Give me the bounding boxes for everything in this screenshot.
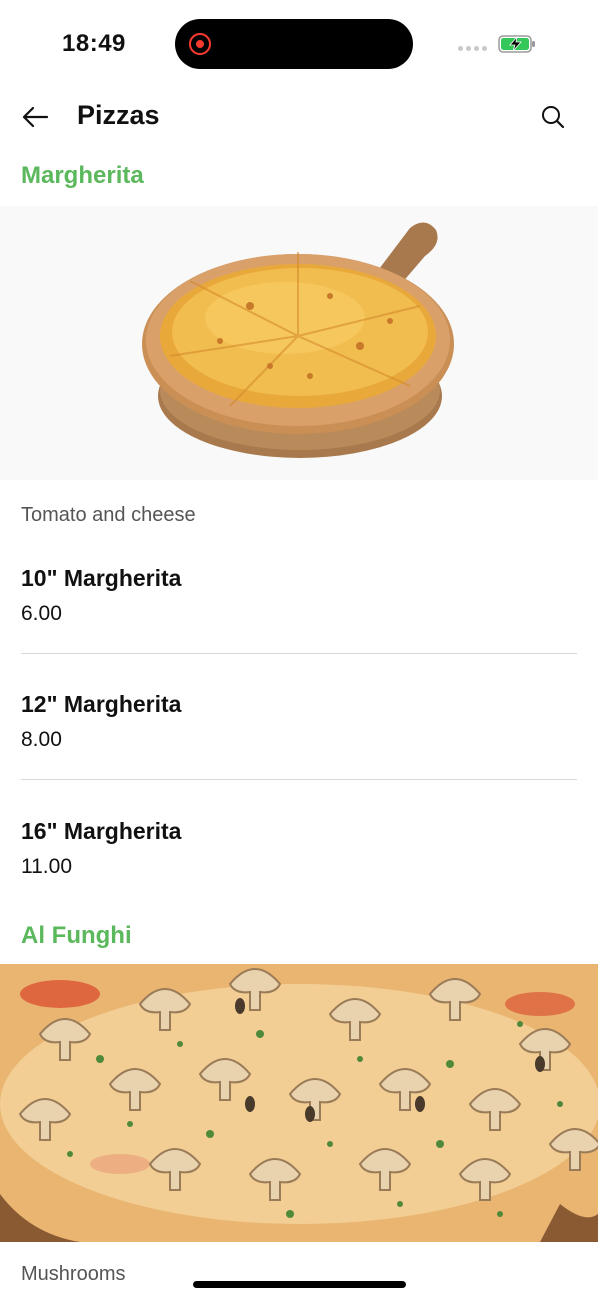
al-funghi-image — [0, 964, 598, 1242]
app-bar: Pizzas — [0, 88, 598, 148]
margherita-image — [0, 206, 598, 480]
item-price: 11.00 — [21, 855, 72, 878]
menu-item[interactable]: 16" Margherita 11.00 — [21, 818, 577, 879]
search-button[interactable] — [536, 100, 570, 134]
item-name: 16" Margherita — [21, 818, 182, 844]
status-bar: 18:49 — [0, 0, 598, 88]
menu-item[interactable]: 10" Margherita 6.00 — [21, 565, 577, 626]
category-title-margherita: Margherita — [21, 162, 144, 189]
dynamic-island — [175, 19, 413, 69]
arrow-left-icon — [22, 106, 49, 128]
search-icon — [542, 106, 565, 129]
mushroom-pizza-illustration — [0, 964, 598, 1242]
item-name: 10" Margherita — [21, 565, 182, 591]
item-name: 12" Margherita — [21, 691, 182, 717]
signal-icon — [458, 46, 487, 51]
category-title-al-funghi: Al Funghi — [21, 922, 132, 949]
divider — [21, 779, 577, 780]
divider — [21, 653, 577, 654]
status-time: 18:49 — [62, 30, 126, 57]
battery-charging-icon — [498, 35, 535, 53]
category-description-al-funghi: Mushrooms — [21, 1263, 126, 1285]
page-title: Pizzas — [77, 100, 160, 130]
home-indicator[interactable] — [193, 1281, 406, 1288]
recording-icon — [189, 33, 211, 55]
back-button[interactable] — [18, 100, 52, 134]
item-price: 6.00 — [21, 602, 62, 625]
menu-item[interactable]: 12" Margherita 8.00 — [21, 691, 577, 752]
screen: 18:49 Pizzas Margherita Tomato and chees… — [0, 0, 598, 1300]
item-price: 8.00 — [21, 728, 62, 751]
margherita-pizza-illustration — [142, 222, 454, 458]
category-description-margherita: Tomato and cheese — [21, 504, 196, 526]
menu-content[interactable]: Margherita Tomato and cheese 10" Margher… — [0, 148, 598, 1300]
